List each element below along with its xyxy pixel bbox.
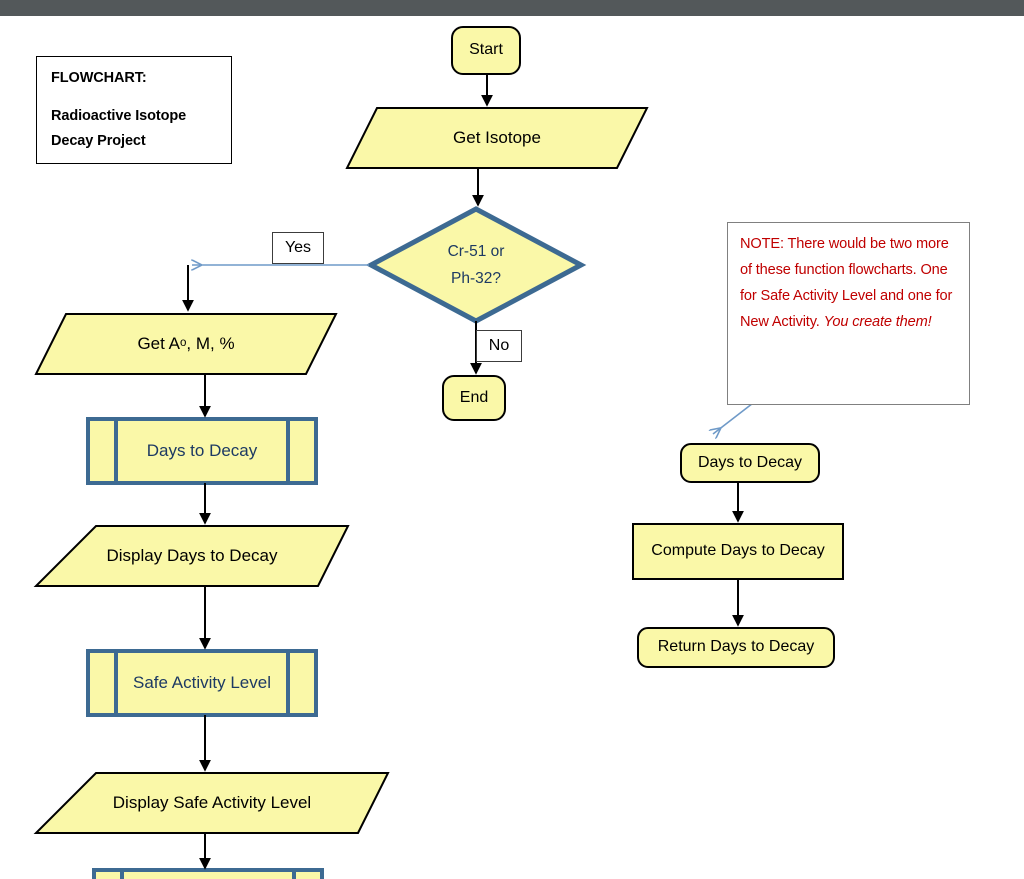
note-card-text: NOTE: There would be two more of these f… bbox=[740, 232, 955, 336]
note-card: NOTE: There would be two more of these f… bbox=[727, 222, 970, 405]
node-start[interactable] bbox=[451, 26, 521, 75]
connector-note-pointer bbox=[713, 399, 758, 434]
node-display-days[interactable] bbox=[33, 525, 350, 587]
node-fn-return[interactable] bbox=[637, 627, 835, 668]
title-card-line-2: Decay Project bbox=[51, 133, 146, 149]
node-get-isotope[interactable] bbox=[345, 107, 649, 169]
edge-label-yes: Yes bbox=[272, 232, 324, 264]
node-isotope-decision[interactable] bbox=[365, 206, 587, 324]
title-card-heading: FLOWCHART: bbox=[51, 70, 147, 86]
node-end[interactable] bbox=[442, 375, 506, 421]
node-display-safe[interactable] bbox=[33, 772, 390, 834]
node-safe-activity[interactable] bbox=[86, 649, 318, 717]
title-card: FLOWCHART: Radioactive Isotope Decay Pro… bbox=[36, 56, 232, 164]
node-next-process[interactable] bbox=[92, 868, 324, 879]
edge-label-no: No bbox=[476, 330, 522, 362]
node-fn-entry[interactable] bbox=[680, 443, 820, 483]
node-get-inputs[interactable] bbox=[34, 313, 338, 375]
node-fn-compute[interactable] bbox=[632, 523, 844, 580]
flowchart-canvas: FLOWCHART: Radioactive Isotope Decay Pro… bbox=[0, 0, 1024, 879]
title-card-line-1: Radioactive Isotope bbox=[51, 108, 187, 124]
node-days-to-decay[interactable] bbox=[86, 417, 318, 485]
note-emphasis: You create them! bbox=[823, 313, 932, 330]
